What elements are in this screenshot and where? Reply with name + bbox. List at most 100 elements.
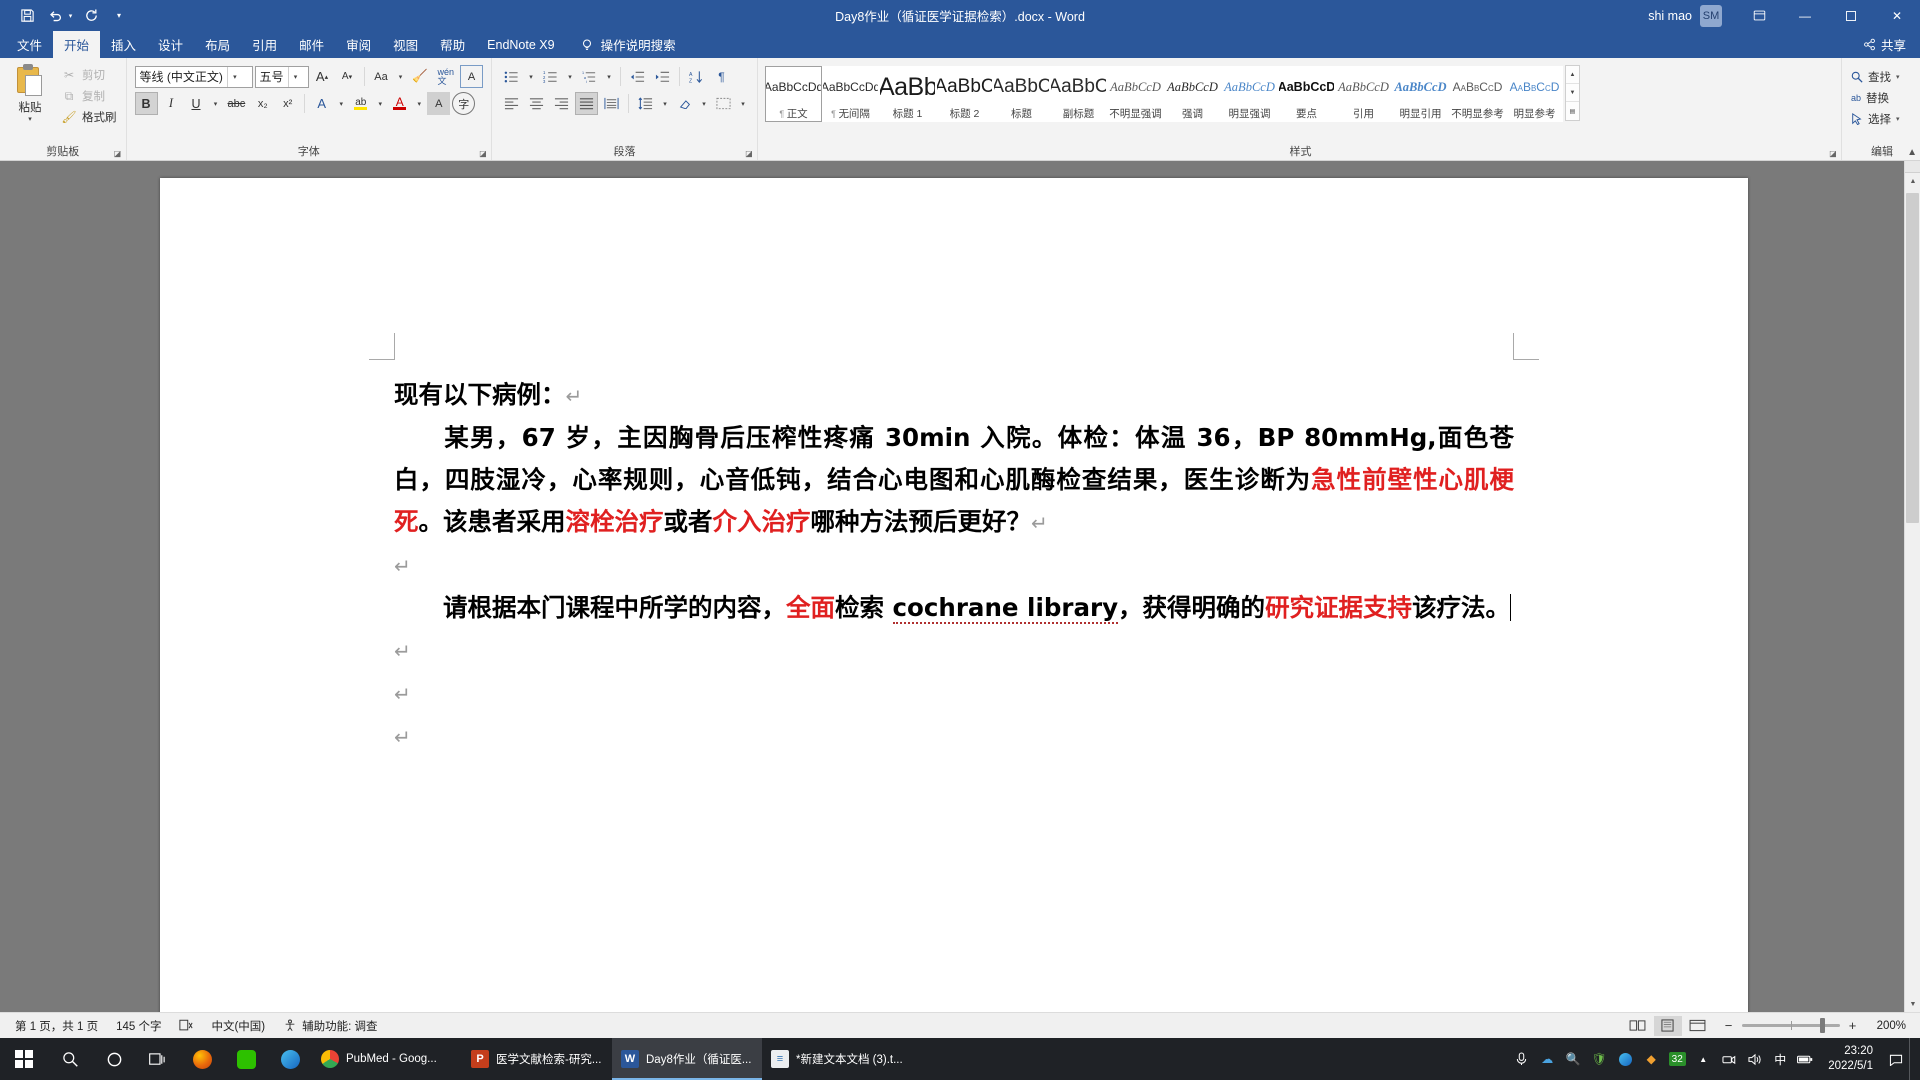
paste-button[interactable]: 粘贴 ▾	[4, 61, 56, 123]
cortana-icon[interactable]	[92, 1038, 136, 1080]
network-icon[interactable]	[1716, 1038, 1742, 1080]
chevron-down-icon[interactable]: ▾	[603, 65, 615, 88]
taskbar-app-notepad[interactable]: ≡ *新建文本文档 (3).t...	[762, 1038, 912, 1080]
restore-button[interactable]	[1828, 0, 1874, 31]
chevron-down-icon[interactable]: ▾	[395, 65, 407, 88]
chevron-down-icon[interactable]: ▾	[226, 66, 242, 87]
underline-button[interactable]: U	[185, 92, 208, 115]
tab-view[interactable]: 视图	[382, 31, 429, 58]
text-highlight-icon[interactable]: ab	[349, 92, 372, 115]
cut-button[interactable]: ✂ 剪切	[56, 65, 122, 85]
tab-review[interactable]: 审阅	[335, 31, 382, 58]
app-tray-icon[interactable]: ◆	[1638, 1038, 1664, 1080]
cloud-sync-icon[interactable]: ☁	[1534, 1038, 1560, 1080]
numbering-icon[interactable]: 123	[539, 65, 562, 88]
sort-icon[interactable]: AZ	[685, 65, 708, 88]
subscript-button[interactable]: x₂	[251, 92, 274, 115]
change-case-icon[interactable]: Aa	[370, 65, 393, 88]
grow-font-icon[interactable]: A ▴	[311, 65, 334, 88]
scroll-up-icon[interactable]: ▲	[1566, 66, 1580, 84]
chevron-down-icon[interactable]: ▾	[698, 92, 710, 115]
style-item-5[interactable]: AaBbC 标题	[993, 66, 1051, 122]
style-item-4[interactable]: AaBbC 标题 2	[936, 66, 994, 122]
increase-indent-icon[interactable]	[651, 65, 674, 88]
tab-endnote[interactable]: EndNote X9	[476, 31, 565, 58]
tab-file[interactable]: 文件	[6, 31, 53, 58]
chevron-down-icon[interactable]: ▾	[374, 92, 386, 115]
italic-button[interactable]: I	[160, 92, 183, 115]
tab-layout[interactable]: 布局	[194, 31, 241, 58]
volume-icon[interactable]	[1742, 1038, 1768, 1080]
enclose-character-icon[interactable]: 字	[452, 92, 476, 115]
strikethrough-button[interactable]: abc	[224, 92, 250, 115]
style-item-1[interactable]: AaBbCcDd ¶ 正文	[765, 66, 823, 122]
align-left-icon[interactable]	[500, 92, 523, 115]
chevron-down-icon[interactable]: ▾	[737, 92, 749, 115]
align-center-icon[interactable]	[525, 92, 548, 115]
save-icon[interactable]	[14, 4, 40, 28]
read-mode-icon[interactable]	[1624, 1016, 1652, 1036]
chevron-down-icon[interactable]: ▾	[413, 92, 425, 115]
style-item-10[interactable]: AaBbCcD 要点	[1278, 66, 1336, 122]
shield-icon[interactable]: 🛡	[1586, 1038, 1612, 1080]
character-border-icon[interactable]: A	[460, 65, 484, 88]
windows-start-icon[interactable]	[0, 1038, 48, 1080]
chevron-down-icon[interactable]: ▾	[28, 115, 32, 123]
shading-icon[interactable]	[673, 92, 696, 115]
taskbar-pinned-edge[interactable]	[268, 1038, 312, 1080]
taskbar-pinned-wechat[interactable]	[224, 1038, 268, 1080]
page-indicator[interactable]: 第 1 页，共 1 页	[6, 1015, 107, 1037]
select-button[interactable]: 选择 ▾	[1848, 108, 1903, 129]
tab-insert[interactable]: 插入	[100, 31, 147, 58]
show-desktop-button[interactable]	[1909, 1038, 1916, 1080]
replace-button[interactable]: ab 替换	[1848, 87, 1892, 108]
chevron-down-icon[interactable]: ▾	[287, 66, 303, 87]
style-item-3[interactable]: AaBb 标题 1	[879, 66, 937, 122]
battery-icon[interactable]	[1792, 1038, 1818, 1080]
share-button[interactable]: 共享	[1863, 31, 1920, 58]
avatar[interactable]: SM	[1700, 4, 1722, 27]
task-view-icon[interactable]	[136, 1038, 180, 1080]
style-item-2[interactable]: AaBbCcDd ¶ 无间隔	[822, 66, 880, 122]
distributed-align-icon[interactable]	[600, 92, 623, 115]
align-right-icon[interactable]	[550, 92, 573, 115]
search-tray-icon[interactable]: 🔍	[1560, 1038, 1586, 1080]
microphone-icon[interactable]	[1508, 1038, 1534, 1080]
style-item-14[interactable]: AaBbCcD 明显参考	[1506, 66, 1564, 122]
zoom-level[interactable]: 200%	[1869, 1020, 1914, 1032]
copy-button[interactable]: ⧉ 复制	[56, 86, 122, 106]
clock[interactable]: 23:20 2022/5/1	[1818, 1044, 1883, 1074]
undo-dropdown-icon[interactable]: ▾	[65, 4, 76, 28]
decrease-indent-icon[interactable]	[626, 65, 649, 88]
zoom-thumb[interactable]	[1819, 1018, 1825, 1033]
style-item-9[interactable]: AaBbCcD 明显强调	[1221, 66, 1279, 122]
close-button[interactable]: ✕	[1874, 0, 1920, 31]
search-icon[interactable]	[48, 1038, 92, 1080]
document-text[interactable]: 现有以下病例：↵ 某男，67 岁，主因胸骨后压榨性疼痛 30min 入院。体检：…	[394, 374, 1514, 758]
tab-help[interactable]: 帮助	[429, 31, 476, 58]
style-item-7[interactable]: AaBbCcD 不明显强调	[1107, 66, 1165, 122]
taskbar-app-chrome-pubmed[interactable]: PubMed - Goog...	[312, 1038, 462, 1080]
styles-dialog-launcher[interactable]: ◪	[1827, 147, 1839, 159]
phonetic-guide-icon[interactable]: wén 文	[434, 65, 459, 88]
taskbar-app-powerpoint[interactable]: P 医学文献检索-研究...	[462, 1038, 612, 1080]
show-formatting-marks-icon[interactable]: ¶	[710, 65, 733, 88]
tab-mailings[interactable]: 邮件	[288, 31, 335, 58]
character-shading-icon[interactable]: A	[427, 92, 451, 115]
font-color-icon[interactable]: A	[388, 92, 411, 115]
styles-gallery[interactable]: AaBbCcDd ¶ 正文 AaBbCcDd ¶ 无间隔 AaBb 标题 1 AaBbC 标题…	[764, 65, 1564, 123]
justify-icon[interactable]	[575, 92, 599, 115]
taskbar-pinned-firefox[interactable]	[180, 1038, 224, 1080]
chevron-down-icon[interactable]: ▾	[335, 92, 347, 115]
style-item-6[interactable]: AaBbC 副标题	[1050, 66, 1108, 122]
scroll-up-icon[interactable]: ▲	[1905, 173, 1920, 189]
minimize-button[interactable]: —	[1782, 0, 1828, 31]
multilevel-list-icon[interactable]: 1ai	[578, 65, 601, 88]
chevron-down-icon[interactable]: ▾	[564, 65, 576, 88]
style-item-13[interactable]: AaBbCcD 不明显参考	[1449, 66, 1507, 122]
zoom-out-button[interactable]: −	[1723, 1018, 1735, 1033]
language-indicator[interactable]: 中文(中国)	[202, 1015, 274, 1037]
tab-references[interactable]: 引用	[241, 31, 288, 58]
chevron-down-icon[interactable]: ▾	[1896, 73, 1900, 81]
scroll-down-icon[interactable]: ▼	[1566, 84, 1580, 102]
